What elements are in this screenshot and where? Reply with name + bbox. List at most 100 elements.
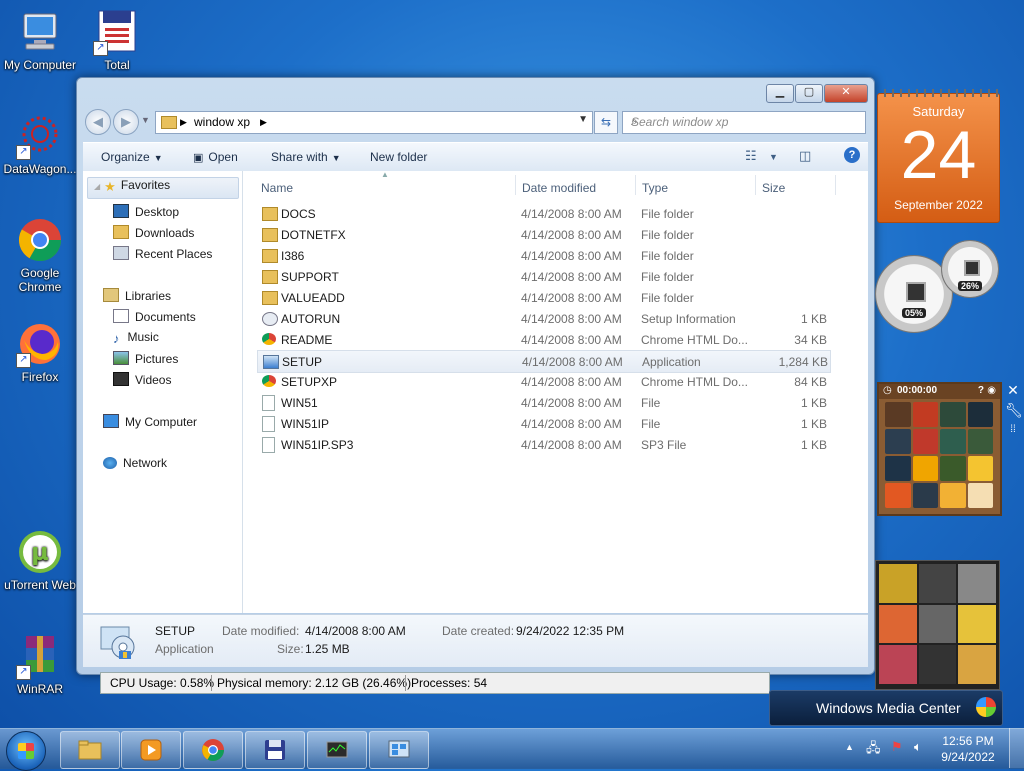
desktop-icon-total[interactable]: ↗ Total: [77, 8, 157, 72]
windows-media-center-gadget[interactable]: Windows Media Center: [769, 690, 1003, 726]
taskbar-floppy-button[interactable]: [245, 731, 305, 769]
back-button[interactable]: ◀: [85, 109, 111, 135]
search-input[interactable]: Search window xp ⌕: [622, 111, 866, 134]
start-button[interactable]: [6, 731, 46, 771]
show-desktop-button[interactable]: [1009, 728, 1024, 768]
close-button[interactable]: ✕: [824, 84, 868, 103]
puzzle-help-icon[interactable]: ?: [978, 385, 984, 396]
media-gadget[interactable]: [875, 560, 1000, 690]
gadget-drag-handle-icon[interactable]: ⁞⁞: [1005, 422, 1021, 438]
file-row[interactable]: DOCS 4/14/2008 8:00 AM File folder: [257, 203, 829, 224]
file-name: AUTORUN: [281, 312, 341, 326]
file-row[interactable]: WIN51IP.SP3 4/14/2008 8:00 AM SP3 File 1 KB: [257, 434, 829, 455]
desktop-icon-firefox[interactable]: ↗ Firefox: [0, 320, 80, 384]
gadget-options-icon[interactable]: 🔧︎: [1005, 402, 1023, 418]
organize-button[interactable]: Organize ▼: [101, 150, 163, 164]
breadcrumb-window-xp[interactable]: window xp: [194, 115, 250, 129]
file-row[interactable]: WIN51IP 4/14/2008 8:00 AM File 1 KB: [257, 413, 829, 434]
file-row[interactable]: SUPPORT 4/14/2008 8:00 AM File folder: [257, 266, 829, 287]
recent-pages-dropdown-icon[interactable]: ▼: [141, 115, 150, 125]
volume-icon[interactable]: 🔈︎: [914, 739, 922, 755]
breadcrumb-arrow-icon[interactable]: ▶: [180, 117, 187, 128]
action-center-flag-icon[interactable]: ⚑: [891, 739, 903, 755]
file-row[interactable]: I386 4/14/2008 8:00 AM File folder: [257, 245, 829, 266]
nav-label: Favorites: [120, 178, 171, 192]
nav-recent-places[interactable]: Recent Places: [113, 246, 212, 266]
refresh-button[interactable]: ⇆: [594, 111, 618, 134]
expand-arrow-icon[interactable]: ◢: [94, 182, 100, 191]
memory-meter-gadget[interactable]: 26%: [941, 240, 999, 298]
desktop-icon-winrar[interactable]: ↗ WinRAR: [0, 632, 80, 696]
file-row[interactable]: SETUPXP 4/14/2008 8:00 AM Chrome HTML Do..…: [257, 371, 829, 392]
taskbar-clock[interactable]: 12:56 PM 9/24/2022: [938, 733, 998, 765]
view-options-dropdown-icon[interactable]: ▼: [769, 152, 778, 162]
minimize-button[interactable]: ▁: [766, 84, 794, 103]
timer-icon: ◷: [883, 385, 892, 396]
puzzle-grid[interactable]: [885, 402, 993, 508]
file-row[interactable]: VALUEADD 4/14/2008 8:00 AM File folder: [257, 287, 829, 308]
nav-music[interactable]: ♪ Music: [113, 330, 159, 350]
breadcrumb-arrow-icon[interactable]: ▶: [260, 117, 267, 128]
processes-text: Processes: 54: [411, 676, 488, 690]
forward-button[interactable]: ▶: [113, 109, 139, 135]
column-header-type[interactable]: Type: [642, 181, 668, 195]
file-row[interactable]: SETUP 4/14/2008 8:00 AM Application 1,284 K…: [257, 350, 831, 373]
file-row[interactable]: WIN51 4/14/2008 8:00 AM File 1 KB: [257, 392, 829, 413]
nav-desktop[interactable]: Desktop: [113, 204, 179, 224]
windows-logo-icon: [976, 697, 996, 717]
address-bar[interactable]: ▶ window xp ▶ ▼: [155, 111, 593, 134]
change-view-icon[interactable]: ☷: [745, 148, 757, 164]
file-list: Name ▲ Date modified Type Size DOCS 4/14/…: [243, 170, 868, 613]
nav-documents[interactable]: Documents: [113, 309, 196, 329]
show-hidden-icons-icon[interactable]: ▲: [845, 742, 854, 752]
file-date-modified: 4/14/2008 8:00 AM: [521, 417, 622, 431]
help-icon[interactable]: ?: [844, 147, 860, 163]
taskbar-media-player-button[interactable]: [121, 731, 181, 769]
nav-my-computer[interactable]: My Computer: [103, 414, 197, 434]
column-divider[interactable]: [835, 175, 836, 195]
nav-network[interactable]: Network: [103, 456, 167, 476]
desktop-icon-my-computer[interactable]: My Computer: [0, 8, 80, 72]
file-row[interactable]: AUTORUN 4/14/2008 8:00 AM Setup Informatio…: [257, 308, 829, 329]
column-header-name[interactable]: Name: [261, 181, 293, 195]
nav-videos[interactable]: Videos: [113, 372, 171, 392]
media-thumbnails[interactable]: [879, 564, 996, 684]
nav-pictures[interactable]: Pictures: [113, 351, 178, 371]
nav-label: Documents: [135, 310, 196, 324]
desktop-icon-utorrent[interactable]: µ uTorrent Web: [0, 528, 80, 592]
taskbar-task-manager-button[interactable]: [307, 731, 367, 769]
file-type: File folder: [641, 228, 694, 242]
file-row[interactable]: DOTNETFX 4/14/2008 8:00 AM File folder: [257, 224, 829, 245]
desktop-icon-chrome[interactable]: Google Chrome: [0, 216, 80, 294]
picture-puzzle-gadget[interactable]: ◷ 00:00:00 ? ◉: [877, 382, 1002, 516]
column-divider[interactable]: [635, 175, 636, 195]
new-folder-button[interactable]: New folder: [370, 150, 427, 164]
explorer-window[interactable]: ▁ ▢ ✕ ◀ ▶ ▼ ▶ window xp ▶ ▼ ⇆ Search win…: [76, 77, 875, 675]
open-button[interactable]: ▣ Open: [193, 150, 238, 164]
nav-favorites[interactable]: ◢ ★ Favorites: [87, 177, 239, 199]
file-row[interactable]: README 4/14/2008 8:00 AM Chrome HTML Do...…: [257, 329, 829, 350]
maximize-button[interactable]: ▢: [795, 84, 823, 103]
taskbar-explorer-button[interactable]: [60, 731, 120, 769]
nav-label: Recent Places: [135, 247, 213, 261]
column-header-date[interactable]: Date modified: [522, 181, 596, 195]
gadget-close-icon[interactable]: ✕: [1005, 382, 1021, 398]
star-icon: ★: [104, 179, 116, 194]
column-divider[interactable]: [515, 175, 516, 195]
network-tray-icon[interactable]: 🖧︎: [866, 739, 881, 761]
nav-libraries[interactable]: Libraries: [103, 288, 171, 308]
address-dropdown-icon[interactable]: ▼: [578, 114, 588, 125]
column-header-size[interactable]: Size: [762, 181, 785, 195]
puzzle-solve-icon[interactable]: ◉: [987, 385, 996, 396]
file-type: File folder: [641, 207, 694, 221]
taskbar-network-button[interactable]: [369, 731, 429, 769]
music-icon: ♪: [113, 331, 120, 346]
taskbar-chrome-button[interactable]: [183, 731, 243, 769]
preview-pane-icon[interactable]: ◫: [799, 148, 811, 164]
search-icon[interactable]: ⌕: [631, 114, 860, 129]
desktop-icon-datawagon[interactable]: ↗ DataWagon...: [0, 112, 80, 176]
calendar-gadget[interactable]: Saturday 24 September 2022: [877, 89, 1000, 223]
share-with-button[interactable]: Share with ▼: [271, 150, 341, 164]
nav-downloads[interactable]: Downloads: [113, 225, 194, 245]
column-divider[interactable]: [755, 175, 756, 195]
